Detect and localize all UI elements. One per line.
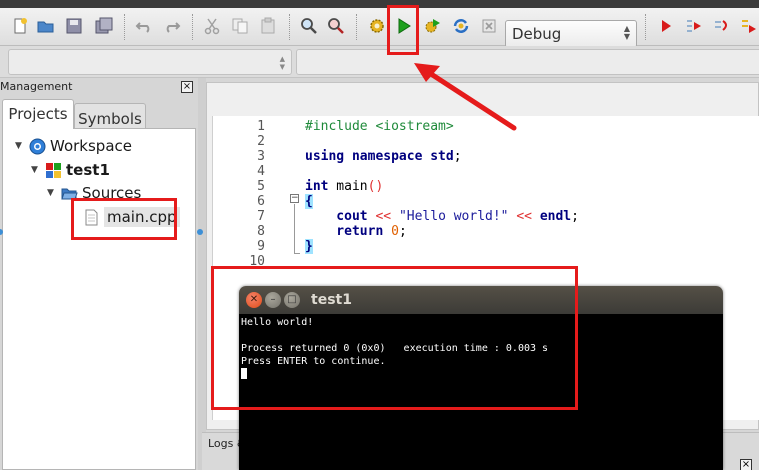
- scope-select[interactable]: ▲ ▼: [8, 49, 292, 75]
- project-icon: [45, 162, 62, 179]
- code-text: return 0;: [305, 224, 407, 239]
- code-text: int main(): [305, 179, 383, 194]
- expanded-triangle-icon[interactable]: ▼: [31, 165, 45, 175]
- code-token: ;: [398, 224, 407, 239]
- paste-icon[interactable]: [257, 15, 279, 37]
- code-token: <<: [367, 209, 399, 224]
- redo-icon[interactable]: [161, 15, 183, 37]
- copy-icon[interactable]: [229, 15, 251, 37]
- annotation-terminal-box: [211, 266, 578, 410]
- annotation-arrow: [414, 63, 517, 131]
- code-token: }: [305, 239, 313, 254]
- code-token: {: [305, 194, 313, 209]
- toolbar-separator: [124, 14, 125, 40]
- toolbar-separator: [645, 14, 646, 40]
- code-text: }: [305, 239, 313, 254]
- code-line[interactable]: 3 using namespace std;: [213, 149, 753, 164]
- workspace-label: Workspace: [50, 137, 132, 155]
- code-line[interactable]: 5 int main(): [213, 179, 753, 194]
- expanded-triangle-icon[interactable]: ▼: [47, 188, 61, 198]
- code-text: using namespace std;: [305, 149, 462, 164]
- toolbar-separator: [192, 14, 193, 40]
- tree-node-project[interactable]: ▼ test1: [31, 161, 110, 179]
- line-number: 4: [257, 164, 265, 179]
- annotation-main-cpp-box: [71, 198, 177, 240]
- window-title-strip: [0, 0, 759, 8]
- fold-collapse-icon[interactable]: −: [290, 194, 299, 203]
- project-label: test1: [66, 161, 110, 179]
- line-number: 6: [257, 194, 265, 209]
- build-gear-icon[interactable]: [366, 15, 388, 37]
- workspace-globe-icon: [29, 138, 46, 155]
- abort-icon[interactable]: [478, 15, 500, 37]
- step-into-icon[interactable]: [737, 15, 759, 37]
- management-pane: Management × Projects Symbols ▼ Workspac…: [0, 78, 198, 470]
- management-title: Management: [0, 80, 73, 93]
- line-number: 3: [257, 149, 265, 164]
- save-all-icon[interactable]: [93, 15, 115, 37]
- tab-projects[interactable]: Projects: [2, 99, 74, 129]
- expanded-triangle-icon[interactable]: ▼: [15, 141, 29, 151]
- main-toolbar: Debug ▲ ▼: [0, 8, 759, 48]
- toolbar-separator: [356, 14, 357, 40]
- find-icon[interactable]: [298, 15, 320, 37]
- replace-icon[interactable]: [325, 15, 347, 37]
- line-number: 1: [257, 119, 265, 134]
- tree-node-workspace[interactable]: ▼ Workspace: [15, 137, 132, 155]
- code-token: 0: [391, 224, 399, 239]
- save-icon[interactable]: [63, 15, 85, 37]
- new-file-icon[interactable]: [9, 15, 31, 37]
- line-number: 2: [257, 134, 265, 149]
- code-token: <<: [508, 209, 540, 224]
- line-number: 8: [257, 224, 265, 239]
- cut-icon[interactable]: [201, 15, 223, 37]
- code-completion-toolbar: ▲ ▼: [0, 46, 759, 78]
- fold-guide-end: [294, 253, 300, 254]
- tab-symbols[interactable]: Symbols: [74, 103, 146, 129]
- code-token: endl: [539, 209, 572, 224]
- debug-start-icon[interactable]: [655, 15, 677, 37]
- build-and-run-icon[interactable]: [422, 15, 444, 37]
- line-number: 9: [257, 239, 265, 254]
- code-token: int: [305, 179, 329, 194]
- select-arrows-icon: ▲ ▼: [623, 24, 630, 41]
- code-text: {: [305, 194, 313, 209]
- code-line[interactable]: 2: [213, 134, 753, 149]
- run-to-cursor-icon[interactable]: [683, 15, 705, 37]
- toolbar-separator: [289, 14, 290, 40]
- annotation-run-button-box: [387, 5, 419, 55]
- code-token: "Hello world!": [398, 209, 509, 224]
- code-line[interactable]: 4: [213, 164, 753, 179]
- code-token: main: [328, 179, 368, 194]
- build-target-select[interactable]: Debug ▲ ▼: [505, 20, 637, 48]
- undo-icon[interactable]: [133, 15, 155, 37]
- code-token: ;: [571, 209, 579, 224]
- code-text: cout << "Hello world!" << endl;: [305, 209, 579, 224]
- code-token: (): [367, 179, 384, 194]
- code-token: using namespace std: [305, 149, 454, 164]
- close-icon[interactable]: ×: [740, 459, 752, 470]
- rebuild-icon[interactable]: [450, 15, 472, 37]
- project-tree: ▼ Workspace ▼ test1 ▼ Sources main.cpp: [2, 128, 196, 470]
- build-target-value: Debug: [512, 25, 562, 43]
- close-icon[interactable]: ×: [181, 81, 193, 93]
- select-arrows-icon: ▲ ▼: [279, 55, 285, 71]
- splitter-handle[interactable]: [197, 229, 203, 235]
- line-number: 7: [257, 209, 265, 224]
- line-number: 5: [257, 179, 265, 194]
- code-token: return: [305, 224, 384, 239]
- function-select[interactable]: [296, 49, 759, 75]
- code-token: ;: [453, 149, 462, 164]
- code-token: cout: [305, 209, 368, 224]
- open-folder-icon[interactable]: [35, 15, 57, 37]
- pane-splitter[interactable]: [198, 78, 206, 470]
- fold-guide: [294, 204, 295, 254]
- next-line-icon[interactable]: [711, 15, 733, 37]
